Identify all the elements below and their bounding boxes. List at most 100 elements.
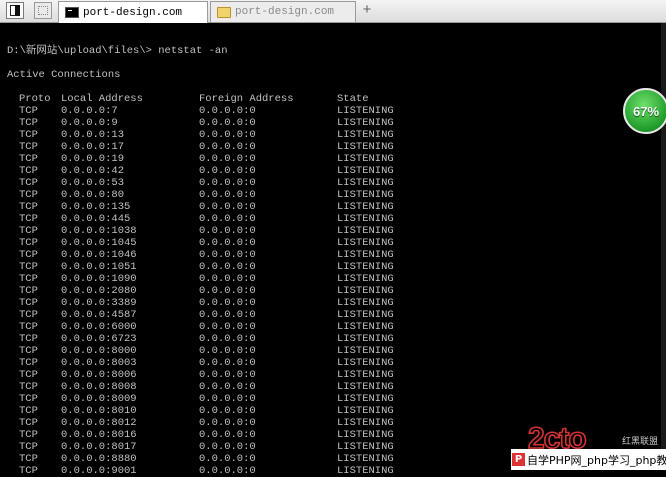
row-local-address: 0.0.0.0:9 <box>61 117 118 129</box>
tab-port-design-console[interactable]: port-design.com <box>58 1 208 23</box>
row-foreign-address: 0.0.0.0:0 <box>199 141 256 153</box>
add-tab-button[interactable]: + <box>359 2 375 19</box>
row-local-address: 0.0.0.0:13 <box>61 129 125 141</box>
header-local-address: Local Address <box>61 93 143 105</box>
row-foreign-address: 0.0.0.0:0 <box>199 345 256 357</box>
row-proto: TCP <box>19 465 38 477</box>
row-foreign-address: 0.0.0.0:0 <box>199 261 256 273</box>
table-row: TCP 0.0.0.0:3389 0.0.0.0:0 LISTENING <box>0 297 666 309</box>
row-proto: TCP <box>19 153 38 165</box>
row-state: LISTENING <box>337 249 394 261</box>
table-row: TCP 0.0.0.0:53 0.0.0.0:0 LISTENING <box>0 177 666 189</box>
row-state: LISTENING <box>337 369 394 381</box>
row-local-address: 0.0.0.0:8010 <box>61 405 137 417</box>
watermark-caption: 自学PHP网_php学习_php教 <box>527 453 666 467</box>
row-foreign-address: 0.0.0.0:0 <box>199 453 256 465</box>
row-foreign-address: 0.0.0.0:0 <box>199 309 256 321</box>
table-row: TCP 0.0.0.0:17 0.0.0.0:0 LISTENING <box>0 141 666 153</box>
row-foreign-address: 0.0.0.0:0 <box>199 369 256 381</box>
row-local-address: 0.0.0.0:1046 <box>61 249 137 261</box>
row-foreign-address: 0.0.0.0:0 <box>199 297 256 309</box>
row-proto: TCP <box>19 261 38 273</box>
row-proto: TCP <box>19 129 38 141</box>
table-row: TCP 0.0.0.0:8000 0.0.0.0:0 LISTENING <box>0 345 666 357</box>
console-output[interactable]: D:\新网站\upload\files\> netstat -an Active… <box>0 23 666 477</box>
row-state: LISTENING <box>337 465 394 477</box>
row-proto: TCP <box>19 213 38 225</box>
row-foreign-address: 0.0.0.0:0 <box>199 441 256 453</box>
table-row: TCP 0.0.0.0:8010 0.0.0.0:0 LISTENING <box>0 405 666 417</box>
new-window-button[interactable] <box>34 2 52 19</box>
row-local-address: 0.0.0.0:2080 <box>61 285 137 297</box>
row-local-address: 0.0.0.0:53 <box>61 177 125 189</box>
table-row: TCP 0.0.0.0:8003 0.0.0.0:0 LISTENING <box>0 357 666 369</box>
tab-bar: port-design.com port-design.com + <box>0 0 666 23</box>
row-proto: TCP <box>19 453 38 465</box>
table-row: TCP 0.0.0.0:42 0.0.0.0:0 LISTENING <box>0 165 666 177</box>
row-state: LISTENING <box>337 261 394 273</box>
row-local-address: 0.0.0.0:19 <box>61 153 125 165</box>
progress-badge[interactable]: 67% <box>623 88 666 134</box>
row-proto: TCP <box>19 321 38 333</box>
row-state: LISTENING <box>337 153 394 165</box>
table-row: TCP 0.0.0.0:7 0.0.0.0:0 LISTENING <box>0 105 666 117</box>
row-state: LISTENING <box>337 141 394 153</box>
tab-port-design-folder[interactable]: port-design.com <box>210 1 356 22</box>
row-foreign-address: 0.0.0.0:0 <box>199 273 256 285</box>
table-row: TCP 0.0.0.0:8009 0.0.0.0:0 LISTENING <box>0 393 666 405</box>
row-proto: TCP <box>19 405 38 417</box>
table-row: TCP 0.0.0.0:1046 0.0.0.0:0 LISTENING <box>0 249 666 261</box>
row-foreign-address: 0.0.0.0:0 <box>199 321 256 333</box>
table-row: TCP 0.0.0.0:8008 0.0.0.0:0 LISTENING <box>0 381 666 393</box>
table-row: TCP 0.0.0.0:135 0.0.0.0:0 LISTENING <box>0 201 666 213</box>
vertical-scrollbar[interactable] <box>661 23 666 470</box>
row-state: LISTENING <box>337 237 394 249</box>
row-local-address: 0.0.0.0:1045 <box>61 237 137 249</box>
row-foreign-address: 0.0.0.0:0 <box>199 405 256 417</box>
panel-toggle-button[interactable] <box>6 2 24 19</box>
tab-label: port-design.com <box>235 6 335 18</box>
table-row: TCP 0.0.0.0:4587 0.0.0.0:0 LISTENING <box>0 309 666 321</box>
header-foreign-address: Foreign Address <box>199 93 294 105</box>
row-local-address: 0.0.0.0:6000 <box>61 321 137 333</box>
row-state: LISTENING <box>337 105 394 117</box>
row-proto: TCP <box>19 165 38 177</box>
row-foreign-address: 0.0.0.0:0 <box>199 225 256 237</box>
row-state: LISTENING <box>337 129 394 141</box>
watermark-logo-icon: 2cto 红黑联盟 <box>528 422 658 450</box>
row-state: LISTENING <box>337 117 394 129</box>
row-foreign-address: 0.0.0.0:0 <box>199 429 256 441</box>
progress-percent-label: 67% <box>632 103 660 119</box>
table-row: TCP 0.0.0.0:1045 0.0.0.0:0 LISTENING <box>0 237 666 249</box>
row-foreign-address: 0.0.0.0:0 <box>199 213 256 225</box>
table-row: TCP 0.0.0.0:1090 0.0.0.0:0 LISTENING <box>0 273 666 285</box>
row-proto: TCP <box>19 201 38 213</box>
row-state: LISTENING <box>337 453 394 465</box>
table-row: TCP 0.0.0.0:6000 0.0.0.0:0 LISTENING <box>0 321 666 333</box>
row-foreign-address: 0.0.0.0:0 <box>199 165 256 177</box>
row-foreign-address: 0.0.0.0:0 <box>199 357 256 369</box>
row-foreign-address: 0.0.0.0:0 <box>199 285 256 297</box>
row-proto: TCP <box>19 117 38 129</box>
row-proto: TCP <box>19 105 38 117</box>
watermark-logo-subtext: 红黑联盟 <box>622 435 658 447</box>
row-local-address: 0.0.0.0:6723 <box>61 333 137 345</box>
tab-label: port-design.com <box>83 6 183 19</box>
row-proto: TCP <box>19 285 38 297</box>
row-foreign-address: 0.0.0.0:0 <box>199 105 256 117</box>
command-line: D:\新网站\upload\files\> netstat -an <box>7 45 228 57</box>
cmd-icon <box>65 7 79 18</box>
table-row: TCP 0.0.0.0:6723 0.0.0.0:0 LISTENING <box>0 333 666 345</box>
row-state: LISTENING <box>337 165 394 177</box>
table-row: TCP 0.0.0.0:9 0.0.0.0:0 LISTENING <box>0 117 666 129</box>
header-state: State <box>337 93 369 105</box>
row-state: LISTENING <box>337 177 394 189</box>
row-local-address: 0.0.0.0:7 <box>61 105 118 117</box>
row-foreign-address: 0.0.0.0:0 <box>199 333 256 345</box>
row-proto: TCP <box>19 381 38 393</box>
row-foreign-address: 0.0.0.0:0 <box>199 249 256 261</box>
row-local-address: 0.0.0.0:42 <box>61 165 125 177</box>
header-proto: Proto <box>19 93 51 105</box>
row-proto: TCP <box>19 345 38 357</box>
row-proto: TCP <box>19 441 38 453</box>
